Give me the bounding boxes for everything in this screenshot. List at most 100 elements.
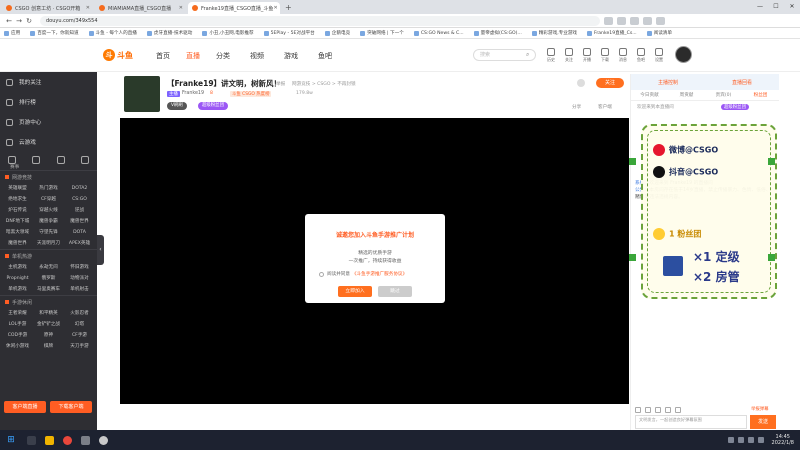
search-icon[interactable]: ⌕ [526, 51, 529, 59]
game-link[interactable]: 和平精英 [33, 308, 64, 319]
game-link[interactable]: 暗黑大领域 [2, 227, 33, 238]
bookmark-item[interactable]: 5EPlay - 5E对战平台 [263, 30, 315, 36]
menu-icon[interactable] [656, 16, 665, 25]
extension-icon[interactable] [604, 16, 613, 25]
game-link[interactable]: 单机游戏 [2, 284, 33, 295]
replay-button[interactable]: 直播回看 [705, 79, 779, 86]
taskbar-app[interactable] [41, 433, 57, 447]
nav-video[interactable]: 视频 [250, 51, 264, 61]
windows-start-icon[interactable]: ⊞ [0, 435, 22, 445]
wifi-icon[interactable] [747, 437, 754, 443]
bookmark-item[interactable]: 量帝虚拟(CS:GO)... [473, 30, 522, 36]
game-link[interactable]: 休闲小游戏 [2, 341, 33, 352]
game-link[interactable]: 幻塔 [64, 319, 95, 330]
super-fan-badge[interactable]: 超级粉丝团 [198, 102, 228, 110]
minimize-icon[interactable]: — [752, 0, 768, 14]
extension-icon[interactable] [630, 16, 639, 25]
taskbar-app[interactable] [77, 433, 93, 447]
back-icon[interactable]: ← [4, 17, 14, 25]
messages-button[interactable]: 消息 [616, 48, 630, 63]
nav-category[interactable]: 分类 [216, 51, 230, 61]
game-link[interactable]: 逆战 [64, 205, 95, 216]
taskbar-app[interactable] [95, 433, 111, 447]
agree-checkbox[interactable] [319, 271, 324, 277]
skip-button[interactable]: 跳过 [378, 286, 412, 297]
game-link[interactable]: 天涯明月刀 [33, 238, 64, 249]
game-link[interactable]: 魔兽世界 [2, 238, 33, 249]
download-client-button[interactable]: 下载客户端 [50, 401, 92, 413]
fan-badge[interactable]: V刷刷 [167, 102, 187, 110]
game-link[interactable]: 穿越火线 [33, 205, 64, 216]
game-link[interactable]: CF穿越 [33, 194, 64, 205]
grid-icon[interactable] [56, 156, 65, 164]
history-button[interactable]: 历史 [544, 48, 558, 63]
close-icon[interactable]: ✕ [86, 5, 90, 11]
tray-icon[interactable] [737, 437, 744, 443]
game-link[interactable]: APEX英雄 [64, 238, 95, 249]
taskbar-app[interactable] [59, 433, 75, 447]
user-avatar[interactable] [675, 46, 692, 63]
follow-list-button[interactable]: 关注 [562, 48, 576, 63]
sidebar-item-cloudgame[interactable]: 云游戏 [0, 132, 97, 152]
nav-yuba[interactable]: 鱼吧 [318, 51, 332, 61]
settings-button[interactable]: 设置 [652, 48, 666, 63]
sidebar-section-title[interactable]: 网游竞技 [0, 170, 97, 183]
bookmark-item[interactable]: 突破网络 | 下一个 [360, 30, 404, 36]
rank-badge[interactable]: 斗鱼 CSGO 热度榜 [230, 91, 272, 97]
bookmark-item[interactable]: 企鹅电竞 [324, 30, 350, 36]
game-link[interactable]: CF手游 [64, 330, 95, 341]
yuba-button[interactable]: 鱼吧 [634, 48, 648, 63]
client-live-button[interactable]: 客户端直播 [4, 401, 46, 413]
sidebar-item-following[interactable]: 我的关注 [0, 72, 97, 92]
game-link[interactable]: Propnight [2, 273, 33, 284]
tray-icon[interactable] [727, 437, 734, 443]
anchor-control-button[interactable]: 主播控制 [631, 79, 705, 86]
anchor-avatar[interactable] [124, 76, 160, 112]
site-logo[interactable]: 斗 斗鱼 [103, 48, 133, 62]
tab-fans[interactable]: 粉丝团 [742, 90, 779, 100]
game-link[interactable]: CS:GO [64, 194, 95, 205]
bookmark-item[interactable]: 百度一下，你就知道 [30, 30, 79, 36]
close-icon[interactable]: ✕ [273, 5, 277, 11]
bookmark-item[interactable]: CS:GO News & C... [413, 30, 464, 36]
game-link[interactable]: 炉石传说 [2, 205, 33, 216]
bookmark-item[interactable]: Franke19直播_Cs... [587, 30, 637, 36]
tab-vip[interactable]: 贵宾(0) [705, 90, 742, 100]
maximize-icon[interactable]: ☐ [768, 0, 784, 14]
game-link[interactable]: LOL手游 [2, 319, 33, 330]
share-button[interactable]: 分享 [572, 104, 581, 110]
room-report-link[interactable]: 举报 [276, 81, 285, 87]
sidebar-item-webgame[interactable]: 页游中心 [0, 112, 97, 132]
overlay-handle[interactable] [629, 158, 636, 165]
game-link[interactable]: 魔兽争霸 [33, 216, 64, 227]
reload-icon[interactable]: ↻ [24, 17, 34, 25]
game-link[interactable]: DNF地下城 [2, 216, 33, 227]
clock[interactable]: 14:45 2022/1/8 [772, 434, 794, 446]
shield-icon[interactable] [32, 156, 41, 164]
anchor-name[interactable]: Franke19 [182, 91, 204, 96]
bookmark-item[interactable]: 精彩游戏,专业游戏 [531, 30, 577, 36]
download-button[interactable]: 下载 [598, 48, 612, 63]
client-button[interactable]: 客户端 [598, 104, 612, 110]
game-link[interactable]: 主机游戏 [2, 262, 33, 273]
game-link[interactable]: 棋牌 [33, 341, 64, 352]
overlay-handle[interactable] [629, 254, 636, 261]
close-window-icon[interactable]: ✕ [784, 0, 800, 14]
more-icon[interactable] [80, 156, 89, 164]
agreement-link[interactable]: 《斗鱼手游推广服务协议》 [352, 271, 407, 277]
send-button[interactable]: 发送 [750, 415, 776, 429]
game-link[interactable]: 单机射击 [64, 284, 95, 295]
follow-button[interactable]: 关注 [596, 78, 624, 88]
nav-live[interactable]: 直播 [186, 51, 200, 61]
game-link[interactable]: 热门游戏 [33, 183, 64, 194]
game-link[interactable]: 守望先锋 [33, 227, 64, 238]
gift-icon[interactable] [645, 407, 651, 413]
game-link[interactable]: 马里奥赛车 [33, 284, 64, 295]
game-link[interactable]: DOTA2 [64, 183, 95, 194]
night-mode-icon[interactable] [577, 79, 585, 87]
browser-tab-active[interactable]: Franke19直播_CSGO直播_斗鱼 ✕ [188, 2, 280, 14]
game-link[interactable]: 火影忍者 [64, 308, 95, 319]
settings-icon[interactable] [665, 407, 671, 413]
game-link[interactable]: 天刀手游 [64, 341, 95, 352]
bookmark-item[interactable]: 小丑,小丑网,电影推荐 [202, 30, 254, 36]
